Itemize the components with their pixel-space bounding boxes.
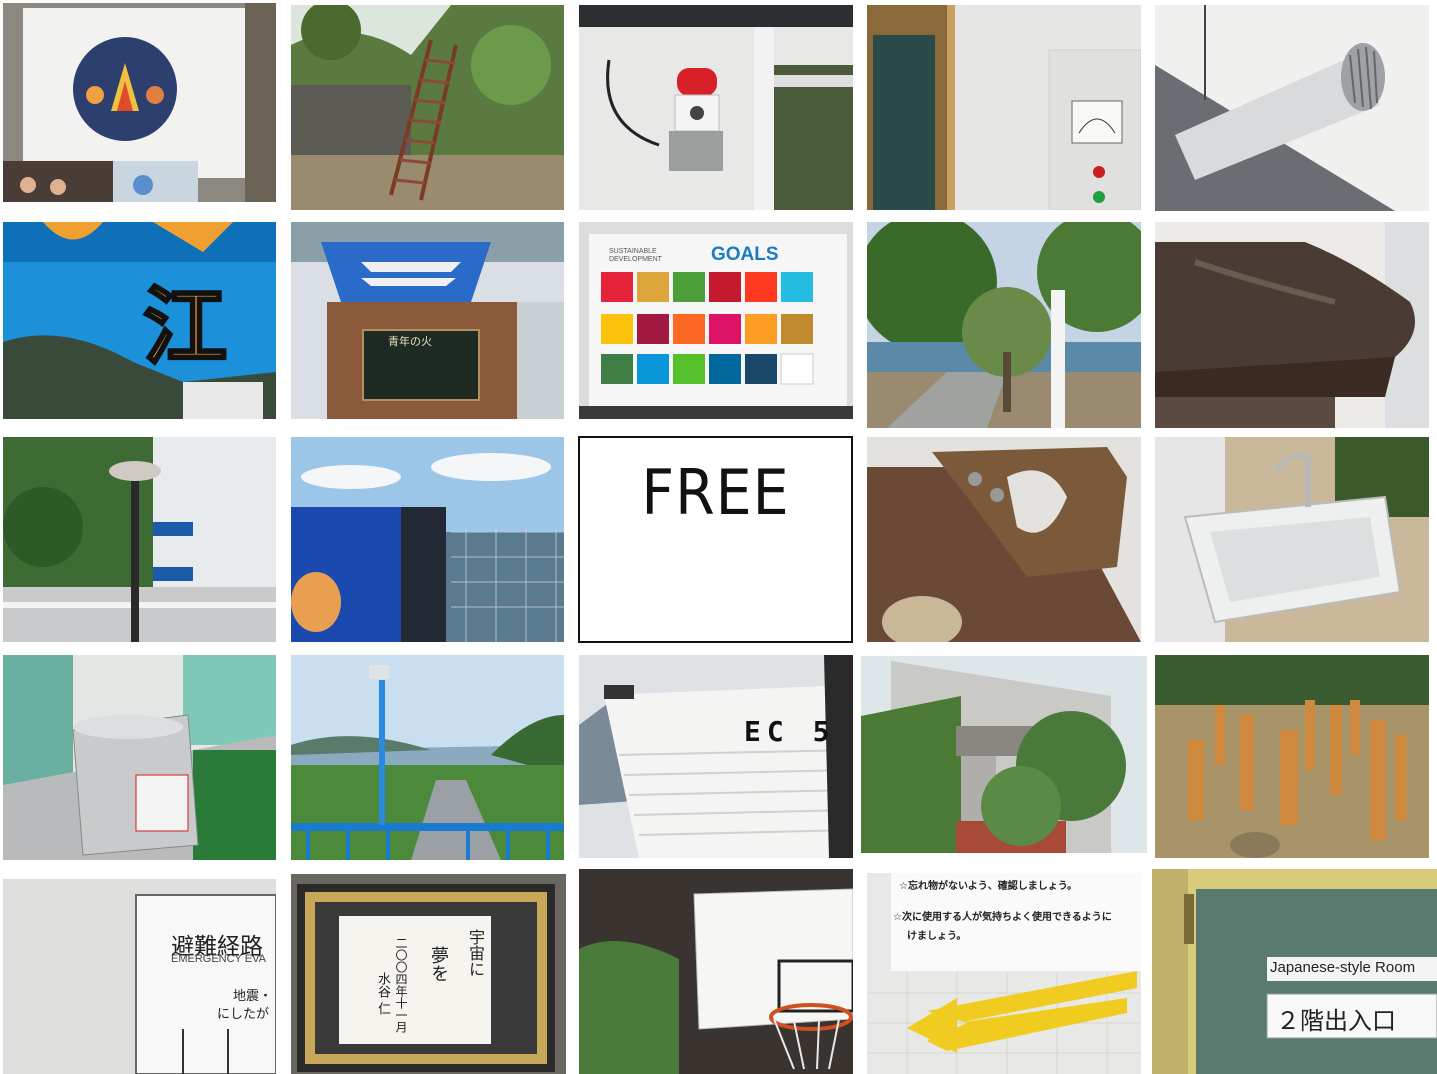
mascot-fence-sea-view-photo[interactable] (291, 437, 564, 642)
rotating-warning-light-photo[interactable] (579, 5, 853, 210)
outdoor-sink-photo[interactable] (1155, 437, 1429, 642)
japanese-style-room-sign-photo[interactable]: Japanese-style Room ２階出入口 (1152, 869, 1437, 1074)
blue-sign-closeup-photo[interactable]: 江 (3, 222, 276, 419)
hillside-staircase-photo[interactable] (291, 5, 564, 210)
framed-calligraphy-photo[interactable]: 宇宙に 夢を 二〇〇四年十一月 水谷 仁 (291, 874, 566, 1074)
hull-id-text: EC 5 (744, 715, 836, 748)
notice-line-1: ☆忘れ物がないよう、確認しましょう。 (899, 881, 1078, 892)
hand-saw-photo[interactable] (867, 437, 1141, 642)
ruined-building-photo[interactable] (861, 656, 1147, 853)
basketball-hoop-photo[interactable] (579, 869, 853, 1074)
notice-line-3: けましょう。 (907, 931, 967, 942)
room-sign-english: Japanese-style Room (1270, 959, 1416, 976)
sdgs-title-small: SUSTAINABLE DEVELOPMENT (609, 248, 662, 263)
boat-hull-photo[interactable]: EC 5 (579, 655, 853, 858)
evac-line2: にしたが (217, 1007, 270, 1022)
olive-tree-path-photo[interactable] (867, 222, 1141, 428)
campus-view-light-pole-photo[interactable] (291, 655, 564, 860)
wooden-posts-field-photo[interactable] (1155, 655, 1429, 858)
sign-glyph: 江 (141, 277, 228, 378)
drinking-fountain-photo[interactable] (3, 655, 276, 860)
old-boot-photo[interactable] (1155, 222, 1429, 428)
plaque-title: 青年の火 (388, 335, 432, 348)
notice-line-2: ☆次に使用する人が気持ちよく使用できるように (893, 912, 1112, 923)
evac-line1: 地震・ (233, 989, 273, 1004)
calligraphy-col-4: 水谷 仁 (375, 972, 390, 1016)
evacuation-sign-photo[interactable]: 避難経路 EMERGENCY EVA 地震・ にしたが (3, 879, 276, 1074)
free-label: FREE (641, 456, 790, 529)
campfire-poster-photo[interactable] (3, 3, 276, 202)
wall-meter-panel-photo[interactable] (867, 5, 1141, 210)
sdgs-title-big: GOALS (711, 244, 779, 265)
room-sign-japanese: ２階出入口 (1276, 1007, 1396, 1035)
calligraphy-col-2: 夢を (428, 946, 449, 982)
sdgs-poster-photo[interactable]: SUSTAINABLE DEVELOPMENT GOALS (579, 222, 853, 419)
calligraphy-col-3: 二〇〇四年十一月 (394, 937, 408, 1033)
calligraphy-col-1: 宇宙に (466, 929, 485, 977)
lamp-post-building-photo[interactable] (3, 437, 276, 642)
evac-subtitle: EMERGENCY EVA (171, 953, 266, 965)
exhaust-pipe-photo[interactable] (1155, 5, 1429, 211)
free-space[interactable]: FREE (578, 436, 853, 643)
youth-fire-monument-photo[interactable]: 青年の火 (291, 222, 564, 419)
lost-items-notice-photo[interactable]: ☆忘れ物がないよう、確認しましょう。 ☆次に使用する人が気持ちよく使用できるよう… (867, 873, 1141, 1074)
